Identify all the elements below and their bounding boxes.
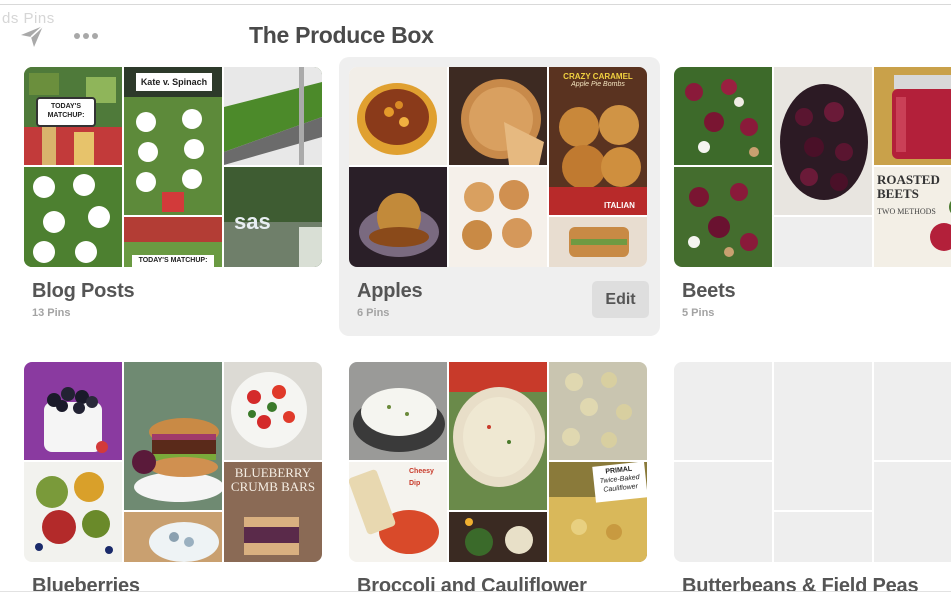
cover-image-matchup: TODAY'S MATCHUP: xyxy=(24,67,122,165)
cover-image-microgreens xyxy=(224,67,322,165)
cover-placeholder-tile xyxy=(674,462,772,562)
board-cover: Cheesy Dip PRIMAL Twice-Baked Cauliflowe… xyxy=(349,362,647,562)
cover-image-beet-salad xyxy=(674,67,772,165)
cover-placeholder-tile xyxy=(774,217,872,267)
cover-image-beet-jar xyxy=(874,67,951,165)
cover-image-matchup-2 xyxy=(24,167,122,267)
cover-placeholder-tile xyxy=(874,362,951,460)
blueberry-crumb-bars-label: BLUEBERRY CRUMB BARS xyxy=(230,465,316,494)
cover-image-matchup-3: TODAY'S MATCHUP: xyxy=(124,217,222,267)
two-methods-label: TWO METHODS xyxy=(877,207,936,216)
twice-baked-card: PRIMAL Twice-Baked Cauliflower xyxy=(592,462,647,503)
cover-image-cheesy-dip: Cheesy Dip xyxy=(349,462,447,562)
cover-image-beet-salad-2 xyxy=(674,167,772,267)
cover-image-twice-baked-cauliflower: PRIMAL Twice-Baked Cauliflower xyxy=(549,462,647,562)
cover-placeholder-tile xyxy=(774,362,872,510)
cover-image-broccoli-bowl xyxy=(449,512,547,562)
cover-image-apple-pot xyxy=(349,67,447,165)
board-card-apples[interactable]: CRAZY CARAMEL Apple Pie Bombs ITALIAN Ap… xyxy=(339,57,660,336)
board-cover: TODAY'S MATCHUP: Kate v. Spinach TODAY'S… xyxy=(24,67,322,267)
cheesy-dip-label: Cheesy Dip xyxy=(409,468,434,487)
board-card-blog-posts[interactable]: TODAY'S MATCHUP: Kate v. Spinach TODAY'S… xyxy=(24,67,346,327)
board-title: Blog Posts xyxy=(32,280,135,302)
italian-label: ITALIAN xyxy=(604,201,635,210)
crazy-caramel-label: CRAZY CARAMEL xyxy=(563,72,633,81)
apple-pie-bombs-label: Apple Pie Bombs xyxy=(571,81,625,88)
board-card-broccoli-and-cauliflower[interactable]: Cheesy Dip PRIMAL Twice-Baked Cauliflowe… xyxy=(349,362,671,591)
cover-image-apple-dumpling xyxy=(349,167,447,267)
cover-image-blueberry-bowl xyxy=(124,512,222,562)
cover-image-kale-spinach: Kate v. Spinach xyxy=(124,67,222,215)
cover-image-apple-sandwich xyxy=(549,217,647,267)
cover-placeholder-tile xyxy=(774,512,872,562)
board-title: Broccoli and Cauliflower xyxy=(357,575,587,591)
cover-image-blueberry-burger xyxy=(124,362,222,510)
twice-baked-label: Twice-Baked Cauliflower xyxy=(599,473,640,494)
board-cover: BLUEBERRY CRUMB BARS xyxy=(24,362,322,562)
cover-image-mashed-cauliflower xyxy=(349,362,447,460)
cover-image-blueberry-crumb-bars: BLUEBERRY CRUMB BARS xyxy=(224,462,322,562)
board-cover: ROASTED BEETS TWO METHODS xyxy=(674,67,951,267)
board-title: Blueberries xyxy=(32,575,140,591)
cover-placeholder-tile xyxy=(874,462,951,562)
cover-image-apple-tart xyxy=(449,67,547,165)
board-title: Butterbeans & Field Peas xyxy=(682,575,919,591)
roasted-beets-label: ROASTED BEETS xyxy=(877,172,940,201)
cover-image-roasted-beets-text: ROASTED BEETS TWO METHODS xyxy=(874,167,951,267)
top-divider xyxy=(0,4,951,5)
cover-image-roasted-beets-plate xyxy=(774,67,872,215)
kale-spinach-label: Kate v. Spinach xyxy=(136,73,212,91)
edit-board-button[interactable]: Edit xyxy=(592,281,649,318)
board-card-butterbeans-field-peas[interactable]: Butterbeans & Field Peas xyxy=(674,362,951,591)
board-cover xyxy=(674,362,951,562)
board-pin-count: 5 Pins xyxy=(682,307,715,319)
board-title: Beets xyxy=(682,280,736,302)
bottom-divider xyxy=(0,591,951,592)
more-options-icon[interactable] xyxy=(70,22,102,50)
cover-image-cauliflower-soup xyxy=(449,362,547,510)
matchup-label: TODAY'S MATCHUP: xyxy=(36,97,96,127)
cover-placeholder-tile xyxy=(674,362,772,460)
matchup-label-2: TODAY'S MATCHUP: xyxy=(132,255,214,267)
cover-image-blueberry-cup xyxy=(24,362,122,460)
board-title: Apples xyxy=(357,280,423,302)
page-title: The Produce Box xyxy=(249,22,434,48)
cover-image-heirloom-tomatoes xyxy=(24,462,122,562)
cover-image-sas: sas xyxy=(224,167,322,267)
board-card-blueberries[interactable]: BLUEBERRY CRUMB BARS Blueberries xyxy=(24,362,346,591)
board-cover: CRAZY CARAMEL Apple Pie Bombs ITALIAN xyxy=(349,67,647,267)
cover-image-caramel-apple-bombs: CRAZY CARAMEL Apple Pie Bombs ITALIAN xyxy=(549,67,647,215)
sas-logo-text: sas xyxy=(234,209,271,234)
board-pin-count: 13 Pins xyxy=(32,307,71,319)
cover-image-baked-apples xyxy=(449,167,547,267)
paper-plane-icon[interactable] xyxy=(18,22,46,50)
board-card-beets[interactable]: ROASTED BEETS TWO METHODS Beets 5 Pins xyxy=(674,67,951,327)
cover-image-roasted-cauliflower xyxy=(549,362,647,460)
cover-image-caprese-salad xyxy=(224,362,322,460)
board-pin-count: 6 Pins xyxy=(357,307,390,319)
